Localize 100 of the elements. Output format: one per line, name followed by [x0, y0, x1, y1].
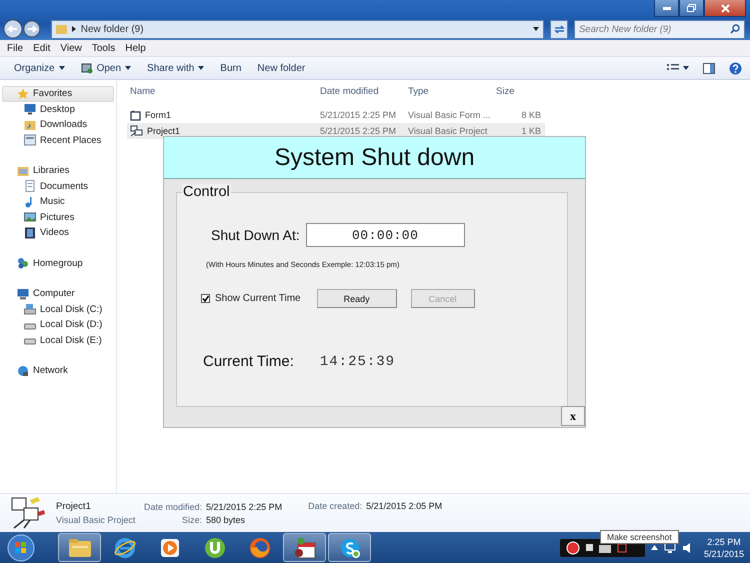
menu-item[interactable]: Tools	[88, 42, 120, 54]
star-icon	[17, 88, 29, 100]
field-label: Shut Down At:	[211, 227, 300, 243]
film-icon	[24, 226, 36, 239]
chat-icon	[338, 536, 360, 558]
sidebar-item[interactable]: Local Disk (D:)	[2, 317, 114, 332]
homegroup-icon	[17, 257, 29, 270]
address-bar[interactable]: New folder (9)	[50, 20, 544, 38]
torrent-icon	[204, 536, 226, 558]
file-name-cell[interactable]: Form1	[127, 107, 178, 123]
ready-button[interactable]: Ready	[316, 289, 397, 308]
record-icon	[566, 540, 580, 554]
table-cell-text: 8 KB	[520, 109, 542, 122]
crop-icon	[616, 542, 627, 552]
toolbar-button[interactable]: Open	[72, 57, 140, 79]
preview-pane-icon[interactable]	[703, 62, 715, 74]
help-icon[interactable]	[729, 62, 742, 74]
window-icon	[24, 134, 36, 146]
sidebar-item[interactable]: Recent Places	[2, 132, 114, 148]
detail-value: 580 bytes	[206, 514, 246, 524]
refresh-button[interactable]	[550, 20, 568, 38]
sidebar-item[interactable]: Documents	[2, 178, 114, 194]
checkbox-label[interactable]: Show Current Time	[215, 293, 301, 304]
program-icon	[80, 62, 93, 74]
detail-value: 5/21/2015 2:05 PM	[366, 501, 442, 511]
toolbar-button[interactable]: Burn	[212, 57, 250, 79]
close-button[interactable]	[704, 0, 746, 17]
document-icon	[24, 180, 36, 192]
maximize-button[interactable]	[679, 0, 704, 17]
sidebar-item[interactable]: Desktop	[2, 102, 114, 117]
checkbox[interactable]	[201, 294, 210, 303]
detail-label: Size:	[181, 514, 202, 524]
close-icon	[720, 4, 730, 12]
detail-label: Date created:	[308, 501, 362, 511]
close-button[interactable]: x	[561, 406, 585, 426]
search-icon	[730, 24, 740, 34]
menu-item[interactable]: Edit	[29, 42, 54, 54]
sidebar-item[interactable]: Downloads	[2, 117, 114, 132]
restore-icon	[687, 4, 696, 12]
menu-item[interactable]: View	[56, 42, 86, 54]
computer-icon	[17, 288, 29, 300]
sidebar-item[interactable]: Music	[2, 194, 114, 210]
disk-icon	[24, 303, 36, 316]
sidebar-item[interactable]: Favorites	[2, 86, 114, 102]
toolbar-button[interactable]: New folder	[249, 57, 314, 79]
sidebar-item[interactable]: Pictures	[2, 210, 114, 225]
caret-icon	[198, 66, 204, 70]
sidebar-item[interactable]: Videos	[2, 225, 114, 240]
refresh-icon	[554, 24, 564, 34]
chevron-icon	[72, 26, 76, 32]
folder-icon	[24, 118, 36, 131]
sidebar-item[interactable]: Network	[2, 363, 114, 378]
minimize-button[interactable]	[654, 0, 679, 17]
file-type: Visual Basic Project	[56, 515, 136, 525]
firefox-icon	[248, 536, 270, 558]
folder-icon	[56, 24, 67, 34]
folder-icon	[68, 538, 92, 558]
calendar-app-icon	[292, 536, 316, 558]
detail-label: Date modified:	[144, 502, 202, 512]
menu-item[interactable]: Help	[121, 42, 150, 54]
network-icon	[17, 364, 29, 377]
view-options-icon[interactable]	[667, 63, 689, 73]
sidebar-item[interactable]: Local Disk (E:)	[2, 332, 114, 348]
search-field[interactable]: Search New folder (9)	[574, 20, 745, 38]
field-label: Current Time:	[203, 353, 294, 370]
clock-date: 5/21/2015	[704, 548, 744, 558]
toolbar-button[interactable]: Share with	[139, 57, 212, 79]
menu-item[interactable]: File	[3, 42, 28, 54]
taskbar-app-button[interactable]	[283, 533, 326, 562]
time-input[interactable]: 00:00:00	[306, 223, 465, 247]
dropdown-icon	[533, 27, 540, 31]
column-header[interactable]: Date modified	[317, 82, 405, 107]
taskbar-app-button[interactable]	[328, 533, 371, 562]
form-title: System Shut down	[164, 137, 585, 179]
detail-value: 5/21/2015 2:25 PM	[206, 502, 282, 512]
table-cell-text: 5/21/2015 2:25 PM	[319, 109, 398, 122]
column-header[interactable]: Name	[127, 82, 317, 107]
sidebar-item[interactable]: Computer	[2, 286, 114, 302]
taskbar-app-button[interactable]	[58, 533, 101, 562]
camera-icon	[598, 542, 611, 552]
browser-e-icon	[114, 536, 136, 558]
project-file-icon	[10, 496, 48, 530]
picture-icon	[24, 211, 36, 224]
column-header[interactable]: Type	[405, 82, 493, 107]
form-file-icon	[130, 110, 141, 120]
current-time: 14:25:39	[320, 354, 396, 370]
folder-icon	[17, 164, 29, 177]
monitor-icon	[24, 103, 36, 116]
stop-icon	[586, 544, 593, 551]
check-icon	[202, 295, 209, 302]
play-icon	[160, 538, 180, 558]
column-header[interactable]: Size	[493, 82, 545, 107]
sidebar-item[interactable]: Local Disk (C:)	[2, 302, 114, 317]
clock-time: 2:25 PM	[707, 536, 741, 546]
sidebar-item[interactable]: Homegroup	[2, 256, 114, 271]
project-file-icon	[130, 125, 143, 137]
toolbar-button[interactable]: Organize	[6, 57, 73, 79]
table-cell-text: Visual Basic Form ...	[407, 109, 492, 122]
caret-icon	[125, 66, 132, 70]
sidebar-item[interactable]: Libraries	[2, 163, 114, 178]
